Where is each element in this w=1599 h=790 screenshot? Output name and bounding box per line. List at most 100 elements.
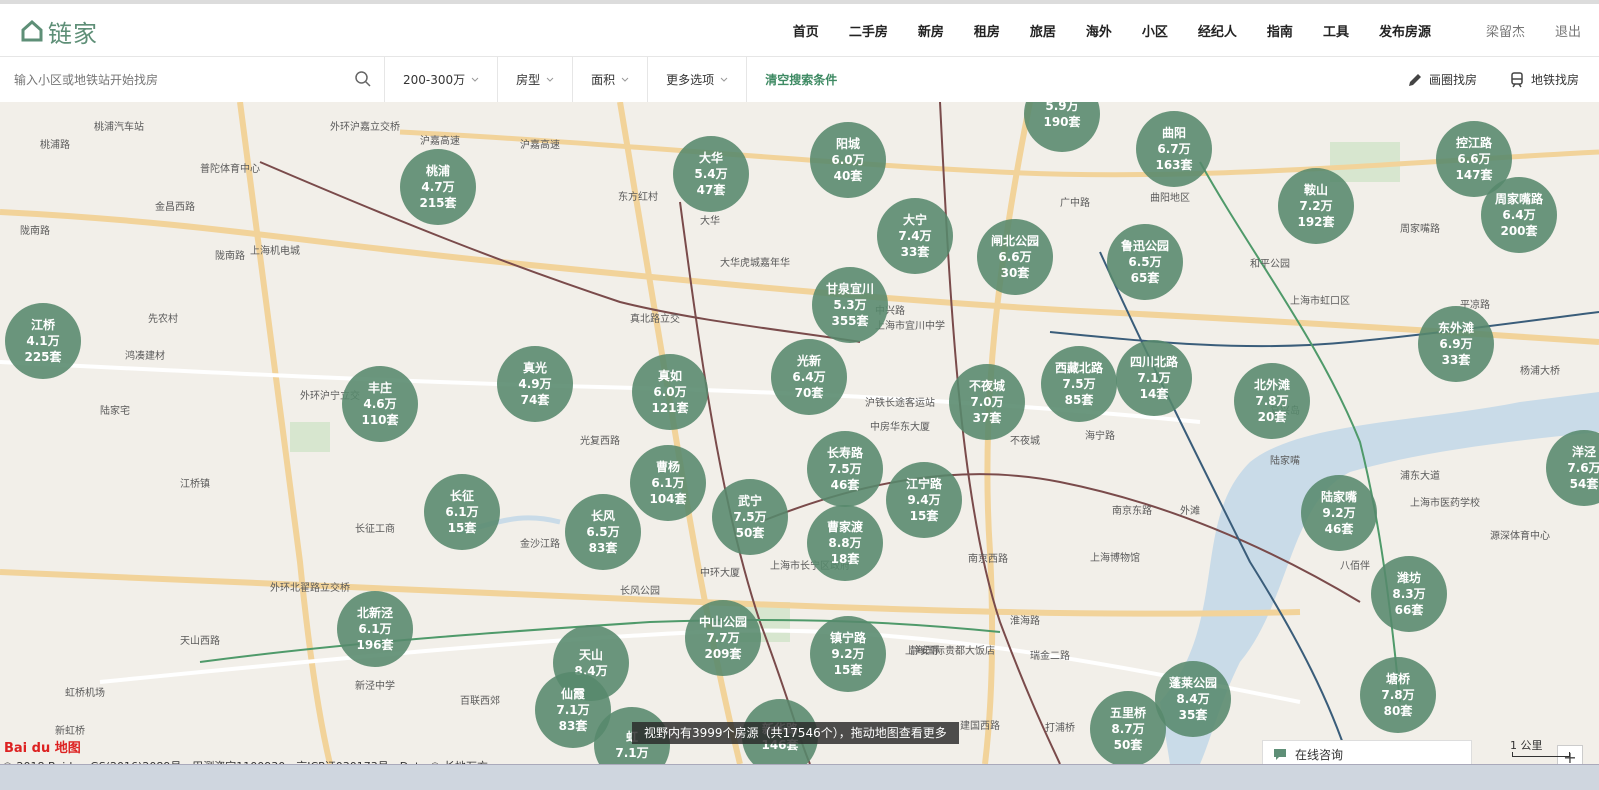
district-bubble[interactable]: 陆家嘴 9.2万 46套: [1301, 475, 1377, 551]
layout-filter[interactable]: 房型: [498, 57, 574, 102]
nav-tools[interactable]: 工具: [1323, 21, 1349, 40]
district-count: 54套: [1569, 477, 1599, 491]
lianjia-logo[interactable]: 链家: [20, 16, 98, 48]
map-place-label: 上海机电城: [250, 246, 300, 257]
district-bubble[interactable]: 蓬莱公园 8.4万 35套: [1155, 661, 1231, 737]
nav-new-house[interactable]: 新房: [918, 21, 944, 40]
map-place-label: 普陀体育中心: [200, 164, 260, 175]
district-name: 武宁: [737, 494, 762, 508]
district-bubble[interactable]: 甘泉宜川 5.3万 355套: [812, 267, 888, 343]
district-name: 桃浦: [425, 164, 450, 178]
district-bubble[interactable]: 曹杨 6.1万 104套: [630, 445, 706, 521]
map-place-label: 长风公园: [620, 586, 660, 597]
map-place-label: 长征工商: [355, 524, 395, 535]
subway-search-button[interactable]: 地铁找房: [1509, 71, 1579, 88]
district-price: 9.2万: [831, 647, 865, 661]
nav-community[interactable]: 小区: [1142, 21, 1168, 40]
district-bubble[interactable]: 潍坊 8.3万 66套: [1371, 556, 1447, 632]
district-price: 8.4万: [1176, 692, 1210, 706]
logout-link[interactable]: 退出: [1555, 21, 1581, 40]
district-count: 196套: [356, 638, 394, 652]
map-canvas[interactable]: 外环沪嘉立交桥 沪嘉高速 沪嘉高速 桃浦汽车站 桃浦路 普陀体育中心 金昌西路 陇南路 陇南路上…: [0, 102, 1599, 764]
map-place-label: 中房华东大厦: [870, 422, 930, 433]
user-name-link[interactable]: 梁留杰: [1486, 21, 1525, 40]
district-count: 74套: [520, 393, 550, 407]
subway-icon: [1511, 71, 1523, 87]
district-name: 曹杨: [655, 460, 680, 474]
district-bubble[interactable]: 长征 6.1万 15套: [424, 474, 500, 550]
district-bubble[interactable]: 桃浦 4.7万 215套: [400, 149, 476, 225]
map-place-label: 淮海路: [1010, 616, 1040, 627]
district-bubble[interactable]: 大华 5.4万 47套: [673, 136, 749, 212]
map-place-label: 东方红村: [618, 192, 658, 203]
district-count: 46套: [1324, 522, 1354, 536]
nav-second-hand[interactable]: 二手房: [849, 21, 888, 40]
nav-rent[interactable]: 租房: [974, 21, 1000, 40]
map-place-label: 大华: [700, 216, 720, 227]
district-bubble[interactable]: 四川北路 7.1万 14套: [1116, 340, 1192, 416]
district-bubble[interactable]: 阳城 6.0万 40套: [810, 122, 886, 198]
search-icon[interactable]: [354, 70, 372, 88]
district-bubble[interactable]: 东外滩 6.9万 33套: [1418, 306, 1494, 382]
district-bubble[interactable]: 北外滩 7.8万 20套: [1234, 363, 1310, 439]
district-bubble[interactable]: 镇宁路 9.2万 15套: [810, 616, 886, 692]
map-place-label: 陇南路: [20, 226, 50, 237]
nav-publish[interactable]: 发布房源: [1379, 21, 1431, 40]
map-place-label: 大华虎城嘉年华: [720, 258, 790, 269]
nav-guide[interactable]: 指南: [1267, 21, 1293, 40]
district-count: 110套: [361, 413, 399, 427]
area-filter[interactable]: 面积: [573, 57, 649, 102]
district-bubble[interactable]: 中山公园 7.7万 209套: [685, 600, 761, 676]
district-price: 4.9万: [518, 377, 552, 391]
district-bubble[interactable]: 曹家渡 8.8万 18套: [807, 505, 883, 581]
nav-home[interactable]: 首页: [793, 21, 819, 40]
district-bubble[interactable]: 武宁 7.5万 50套: [712, 479, 788, 555]
nav-travel-living[interactable]: 旅居: [1030, 21, 1056, 40]
price-filter[interactable]: 200-300万: [385, 57, 499, 102]
clear-filters-button[interactable]: 清空搜索条件: [765, 71, 837, 88]
district-name: 真光: [522, 361, 547, 375]
district-bubble[interactable]: 鲁迅公园 6.5万 65套: [1107, 224, 1183, 300]
district-name: 大华: [698, 151, 723, 165]
district-bubble[interactable]: 西藏北路 7.5万 85套: [1041, 346, 1117, 422]
district-bubble[interactable]: 江宁路 9.4万 15套: [886, 462, 962, 538]
district-count: 209套: [704, 647, 742, 661]
district-bubble[interactable]: 曲阳 6.7万 163套: [1136, 111, 1212, 187]
district-bubble[interactable]: 长寿路 7.5万 46套: [807, 431, 883, 507]
map-base-layer: [0, 102, 1599, 764]
district-bubble[interactable]: 闸北公园 6.6万 30套: [977, 219, 1053, 295]
district-price: 5.9万: [1045, 102, 1079, 113]
map-place-label: 虹桥机场: [65, 688, 105, 699]
main-nav: 首页 二手房 新房 租房 旅居 海外 小区 经纪人 指南 工具 发布房源 梁留杰…: [778, 4, 1599, 56]
district-count: 18套: [830, 552, 860, 566]
search-input[interactable]: [12, 69, 346, 91]
district-price: 7.2万: [1299, 199, 1333, 213]
district-bubble[interactable]: 塘桥 7.8万 80套: [1360, 657, 1436, 733]
district-count: 225套: [24, 350, 62, 364]
district-bubble[interactable]: 周家嘴路 6.4万 200套: [1481, 177, 1557, 253]
district-bubble[interactable]: 鞍山 7.2万 192套: [1278, 168, 1354, 244]
district-bubble[interactable]: 北新泾 6.1万 196套: [337, 591, 413, 667]
district-price: 6.9万: [1439, 337, 1473, 351]
district-bubble[interactable]: 光新 6.4万 70套: [771, 339, 847, 415]
nav-overseas[interactable]: 海外: [1086, 21, 1112, 40]
district-price: 4.7万: [421, 180, 455, 194]
district-bubble[interactable]: 大宁 7.4万 33套: [877, 198, 953, 274]
nav-agent[interactable]: 经纪人: [1198, 21, 1237, 40]
district-bubble[interactable]: 不夜城 7.0万 37套: [949, 364, 1025, 440]
draw-search-button[interactable]: 画圈找房: [1407, 71, 1477, 88]
district-count: 33套: [1441, 353, 1471, 367]
map-place-label: 中环大厦: [700, 568, 740, 579]
district-price: 6.0万: [653, 385, 687, 399]
district-price: 7.0万: [970, 395, 1004, 409]
listing-count-notice: 视野内有3999个房源（共17546个），拖动地图查看更多: [632, 722, 959, 744]
district-bubble[interactable]: 长风 6.5万 83套: [565, 494, 641, 570]
district-bubble[interactable]: 丰庄 4.6万 110套: [342, 366, 418, 442]
district-bubble[interactable]: 真如 6.0万 121套: [632, 354, 708, 430]
map-place-label: 新泾中学: [355, 681, 395, 692]
more-options-filter[interactable]: 更多选项: [648, 57, 748, 102]
district-name: 曲阳: [1161, 126, 1186, 140]
district-name: 塘桥: [1385, 672, 1410, 686]
district-bubble[interactable]: 江桥 4.1万 225套: [5, 303, 81, 379]
district-bubble[interactable]: 真光 4.9万 74套: [497, 346, 573, 422]
